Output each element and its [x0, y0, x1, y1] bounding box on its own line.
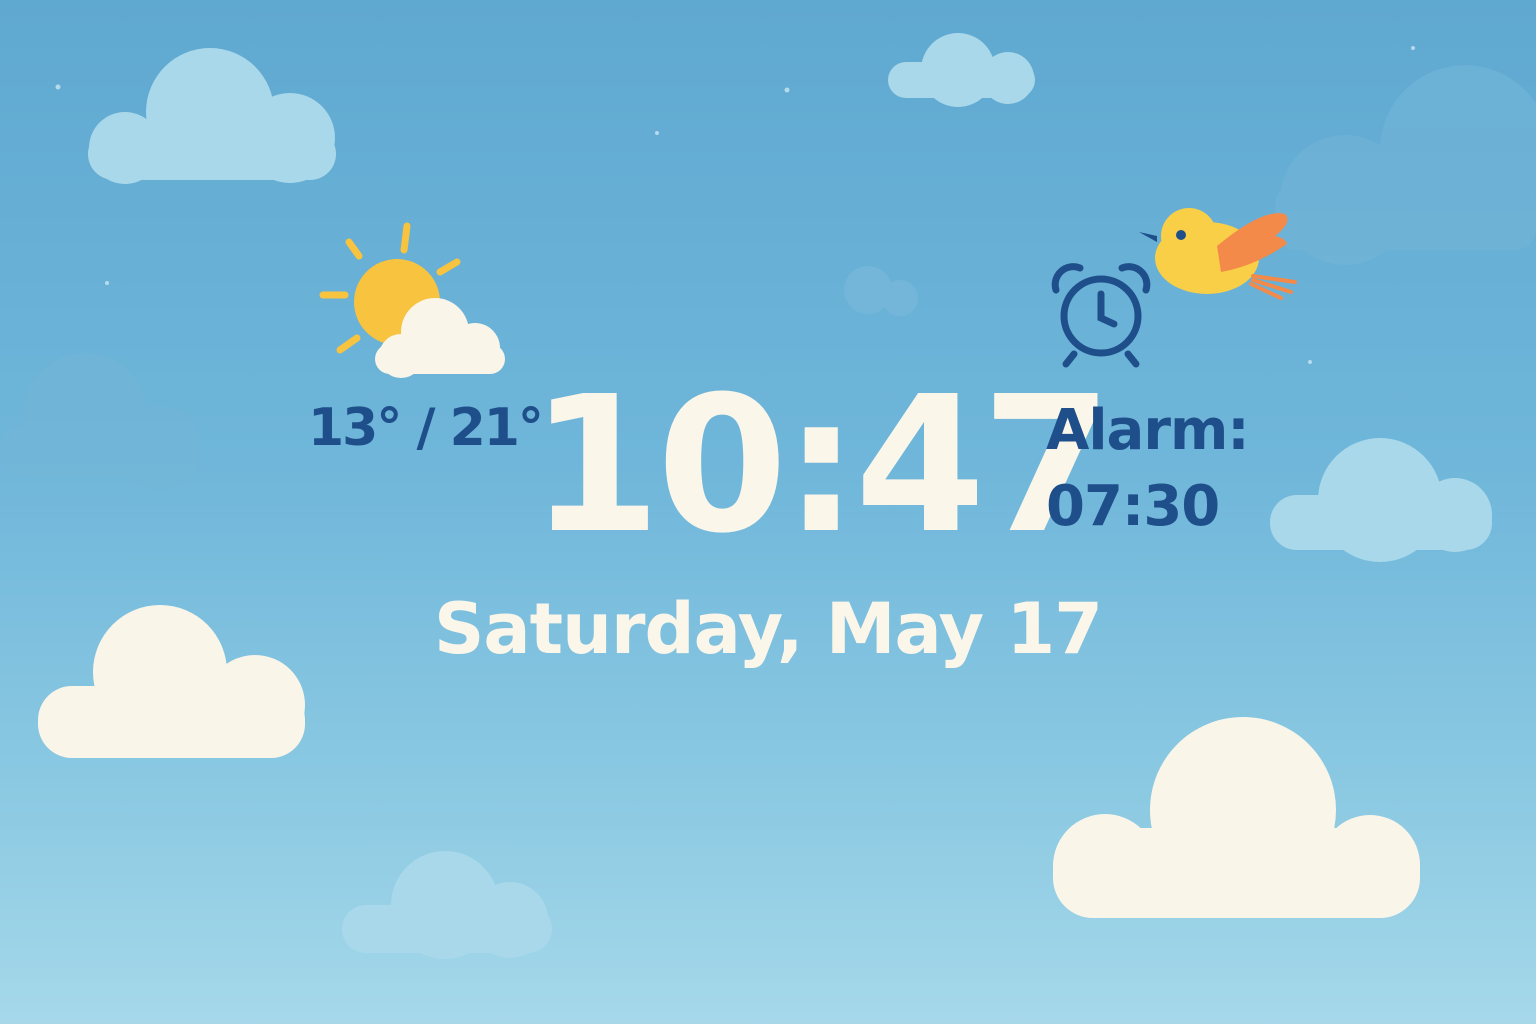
- cream-cloud-bottom-right: [1053, 717, 1420, 918]
- faint-cloud-center: [844, 266, 918, 316]
- temperature-range: 13° / 21°: [308, 398, 544, 458]
- cloud-top-left: [88, 48, 336, 184]
- lock-screen: { "weather": { "icon": "partly-cloudy-ic…: [0, 0, 1536, 1024]
- cloud-right: [1270, 438, 1492, 562]
- alarm-label: Alarm:: [1046, 398, 1250, 463]
- cloud-bottom-left: [342, 851, 552, 959]
- partly-cloudy-icon: [319, 222, 505, 378]
- bird-icon: [1139, 208, 1297, 300]
- alarm-time[interactable]: 07:30: [1046, 474, 1220, 539]
- cloud-top-center: [888, 33, 1035, 107]
- faint-cloud-top-right: [1275, 65, 1536, 265]
- faint-cloud-left: [0, 353, 202, 490]
- cream-cloud-left: [38, 605, 305, 758]
- clock-date: Saturday, May 17: [434, 588, 1103, 670]
- clock-time: 10:47: [530, 356, 1112, 575]
